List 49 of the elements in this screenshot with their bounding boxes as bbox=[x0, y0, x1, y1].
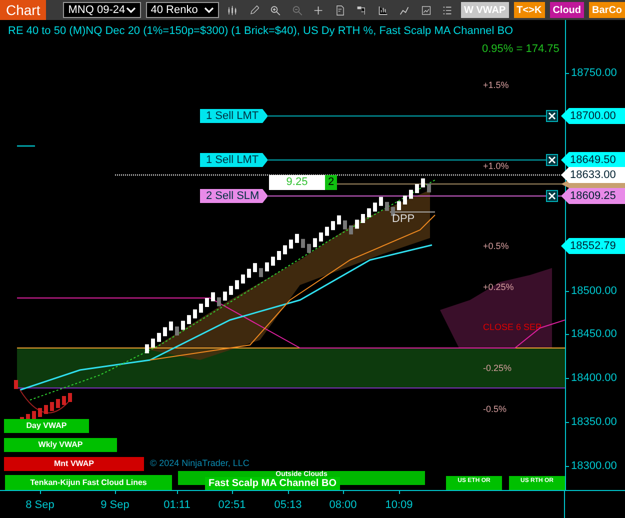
level-label: +1.0% bbox=[483, 160, 509, 172]
document-icon[interactable] bbox=[334, 2, 346, 18]
level-label: +0.5% bbox=[483, 240, 509, 252]
chevron-icon bbox=[204, 6, 214, 14]
time-label: 02:51 bbox=[217, 499, 247, 511]
chart-tab[interactable]: Chart bbox=[0, 0, 46, 20]
indicator-toggle-button[interactable]: Cloud bbox=[550, 2, 584, 18]
instrument-dropdown[interactable]: MNQ 09-24 bbox=[63, 2, 141, 18]
price-flag: 18552.79 bbox=[561, 238, 625, 254]
price-flag: 18633.00 bbox=[561, 167, 625, 183]
time-label: 10:09 bbox=[384, 499, 414, 511]
time-label: 8 Sep bbox=[24, 499, 56, 511]
price-flag: 18649.50 bbox=[561, 152, 625, 168]
price-tick-label: 18750.00 bbox=[571, 66, 617, 81]
position-quantity: 2 bbox=[325, 175, 337, 190]
time-label: 9 Sep bbox=[100, 499, 130, 511]
order-label[interactable]: 1 Sell LMT bbox=[200, 153, 268, 167]
price-tick-label: 18450.00 bbox=[571, 327, 617, 342]
price-tick-label: 18350.00 bbox=[571, 415, 617, 430]
level-label: -0.5% bbox=[483, 403, 507, 415]
level-label: +1.5% bbox=[483, 79, 509, 91]
position-pnl: 9.25 bbox=[269, 175, 325, 190]
chart-title: RE 40 to 50 (M)NQ Dec 20 (1%=150p=$300) (1 Brick=$40), US Dy RTH %, Fast Scalp MA Channel BO bbox=[8, 25, 514, 37]
bar-type-dropdown[interactable]: 40 Renko bbox=[146, 2, 219, 18]
range-readout: 0.95% = 174.75 bbox=[482, 43, 560, 55]
vwap-badge: Wkly VWAP bbox=[4, 438, 117, 452]
close-icon[interactable] bbox=[546, 154, 558, 166]
order-label[interactable]: 1 Sell LMT bbox=[200, 109, 268, 123]
level-label: CLOSE 6 SEP bbox=[483, 321, 542, 333]
vwap-badge: Mnt VWAP bbox=[4, 457, 144, 471]
level-label: -0.25% bbox=[483, 362, 512, 374]
level-label: +0.25% bbox=[483, 281, 514, 293]
price-tick-label: 18300.00 bbox=[571, 459, 617, 474]
price-tick-label: 18500.00 bbox=[571, 284, 617, 299]
chevron-icon bbox=[126, 6, 136, 14]
price-flag: 18700.00 bbox=[561, 108, 625, 124]
time-label: 05:13 bbox=[273, 499, 303, 511]
vwap-badge: Day VWAP bbox=[4, 419, 89, 433]
price-tick-label: 18400.00 bbox=[571, 371, 617, 386]
indicator-badge: Fast Scalp MA Channel BO bbox=[205, 477, 340, 490]
price-flag: 18609.25 bbox=[561, 188, 625, 204]
time-label: 01:11 bbox=[162, 499, 192, 511]
copyright-text: © 2024 NinjaTrader, LLC bbox=[150, 458, 250, 468]
close-icon[interactable] bbox=[546, 190, 558, 202]
order-label[interactable]: 2 Sell SLM bbox=[200, 189, 268, 203]
close-icon[interactable] bbox=[546, 110, 558, 122]
drawing-label: DPP bbox=[392, 213, 415, 225]
time-label: 08:00 bbox=[328, 499, 358, 511]
indicator-badge: Tenkan-Kijun Fast Cloud Lines bbox=[5, 475, 172, 490]
